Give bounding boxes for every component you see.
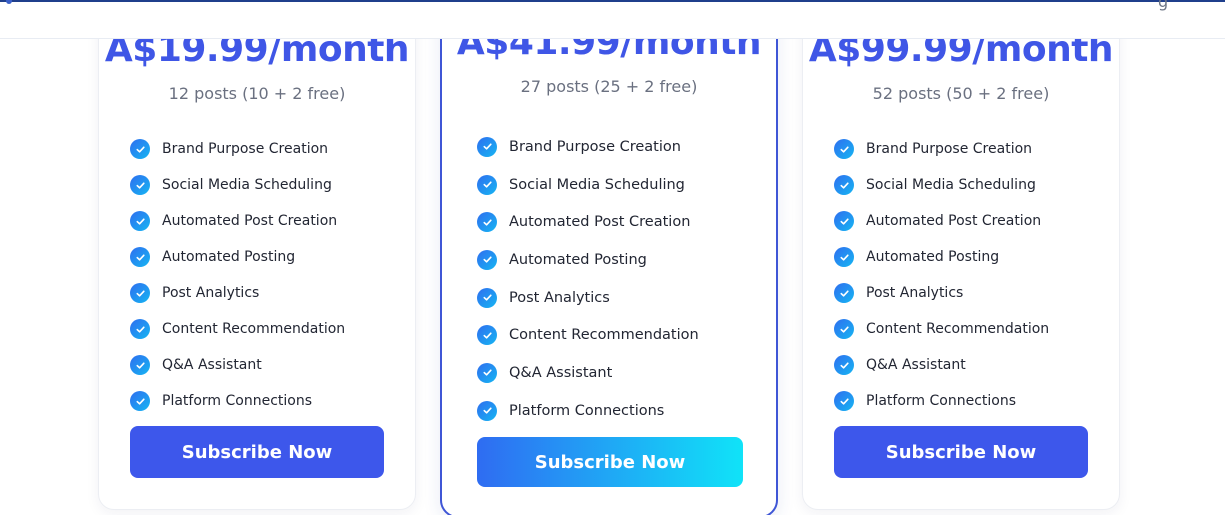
feature-item: Q&A Assistant	[130, 347, 345, 383]
check-circle-icon	[130, 319, 150, 339]
check-circle-icon	[477, 249, 497, 270]
nav-logo-fragment	[6, 0, 12, 4]
feature-label: Q&A Assistant	[509, 364, 613, 381]
feature-item: Automated Post Creation	[477, 203, 699, 241]
check-circle-icon	[834, 211, 854, 231]
feature-item: Platform Connections	[834, 383, 1049, 419]
pricing-card-basic: A$19.99/month 12 posts (10 + 2 free) Bra…	[98, 0, 416, 510]
feature-list: Brand Purpose Creation Social Media Sche…	[130, 131, 345, 419]
check-circle-icon	[477, 287, 497, 308]
top-nav-bar: g	[0, 0, 1225, 38]
check-circle-icon	[477, 400, 497, 421]
feature-item: Post Analytics	[834, 275, 1049, 311]
subscribe-button[interactable]: Subscribe Now	[130, 426, 384, 478]
feature-item: Platform Connections	[477, 392, 699, 430]
check-circle-icon	[130, 211, 150, 231]
check-circle-icon	[834, 283, 854, 303]
feature-list: Brand Purpose Creation Social Media Sche…	[834, 131, 1049, 419]
feature-label: Automated Posting	[866, 249, 1000, 265]
subscribe-button[interactable]: Subscribe Now	[477, 437, 743, 487]
feature-label: Content Recommendation	[866, 321, 1050, 337]
check-circle-icon	[477, 325, 497, 346]
feature-item: Q&A Assistant	[834, 347, 1049, 383]
pricing-card-premium: A$99.99/month 52 posts (50 + 2 free) Bra…	[802, 0, 1120, 510]
feature-label: Automated Post Creation	[866, 213, 1042, 229]
feature-item: Brand Purpose Creation	[834, 131, 1049, 167]
feature-label: Platform Connections	[866, 393, 1017, 409]
feature-label: Social Media Scheduling	[162, 177, 332, 193]
feature-label: Social Media Scheduling	[509, 176, 685, 193]
feature-item: Automated Post Creation	[834, 203, 1049, 239]
feature-label: Automated Posting	[509, 251, 647, 268]
check-circle-icon	[834, 139, 854, 159]
check-circle-icon	[834, 319, 854, 339]
feature-item: Social Media Scheduling	[130, 167, 345, 203]
check-circle-icon	[834, 247, 854, 267]
feature-item: Brand Purpose Creation	[130, 131, 345, 167]
check-circle-icon	[477, 136, 497, 157]
check-circle-icon	[477, 174, 497, 195]
subscribe-button[interactable]: Subscribe Now	[834, 426, 1088, 478]
check-circle-icon	[130, 391, 150, 411]
check-circle-icon	[130, 283, 150, 303]
feature-item: Automated Posting	[130, 239, 345, 275]
feature-item: Content Recommendation	[834, 311, 1049, 347]
feature-label: Content Recommendation	[509, 327, 699, 344]
check-circle-icon	[477, 212, 497, 233]
feature-label: Content Recommendation	[162, 321, 346, 337]
feature-item: Content Recommendation	[130, 311, 345, 347]
feature-label: Post Analytics	[509, 289, 610, 306]
check-circle-icon	[130, 247, 150, 267]
feature-item: Post Analytics	[130, 275, 345, 311]
plan-posts: 52 posts (50 + 2 free)	[872, 84, 1050, 103]
nav-item-fragment[interactable]: g	[1158, 0, 1168, 11]
check-circle-icon	[834, 391, 854, 411]
feature-item: Automated Post Creation	[130, 203, 345, 239]
check-circle-icon	[130, 139, 150, 159]
feature-item: Automated Posting	[477, 241, 699, 279]
feature-item: Social Media Scheduling	[477, 166, 699, 204]
check-circle-icon	[130, 175, 150, 195]
feature-label: Brand Purpose Creation	[162, 141, 329, 157]
feature-label: Q&A Assistant	[866, 357, 966, 373]
feature-label: Automated Post Creation	[162, 213, 338, 229]
feature-label: Platform Connections	[162, 393, 313, 409]
feature-item: Content Recommendation	[477, 316, 699, 354]
pricing-card-featured: A$41.99/month 27 posts (25 + 2 free) Bra…	[440, 0, 778, 515]
feature-item: Brand Purpose Creation	[477, 128, 699, 166]
feature-label: Automated Post Creation	[509, 214, 691, 231]
feature-label: Brand Purpose Creation	[509, 138, 681, 155]
check-circle-icon	[834, 175, 854, 195]
feature-label: Social Media Scheduling	[866, 177, 1036, 193]
check-circle-icon	[477, 362, 497, 383]
feature-item: Platform Connections	[130, 383, 345, 419]
check-circle-icon	[834, 355, 854, 375]
check-circle-icon	[130, 355, 150, 375]
feature-item: Q&A Assistant	[477, 354, 699, 392]
feature-label: Automated Posting	[162, 249, 296, 265]
feature-label: Platform Connections	[509, 402, 665, 419]
feature-label: Brand Purpose Creation	[866, 141, 1033, 157]
feature-label: Q&A Assistant	[162, 357, 262, 373]
feature-item: Automated Posting	[834, 239, 1049, 275]
feature-list: Brand Purpose Creation Social Media Sche…	[477, 128, 699, 430]
feature-item: Social Media Scheduling	[834, 167, 1049, 203]
plan-posts: 27 posts (25 + 2 free)	[520, 77, 698, 96]
plan-posts: 12 posts (10 + 2 free)	[168, 84, 346, 103]
feature-label: Post Analytics	[162, 285, 260, 301]
feature-label: Post Analytics	[866, 285, 964, 301]
feature-item: Post Analytics	[477, 279, 699, 317]
